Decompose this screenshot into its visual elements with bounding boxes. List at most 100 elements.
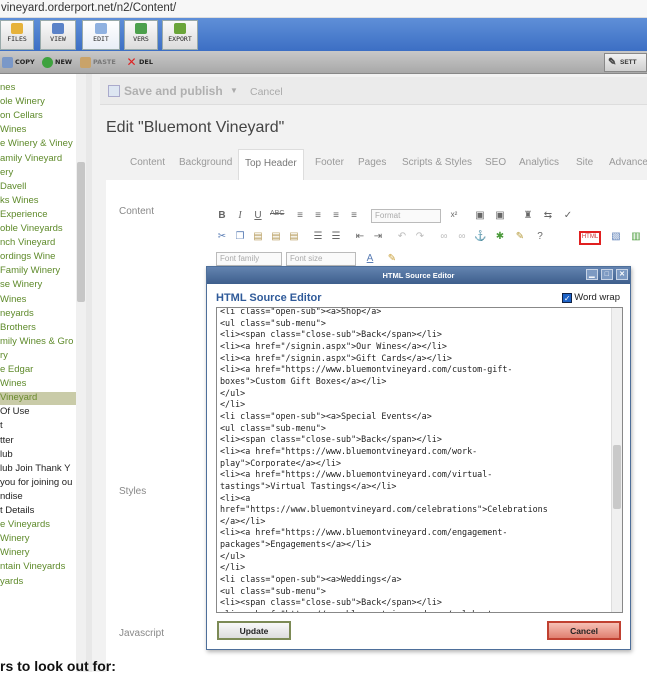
- tab-advanced[interactable]: Advanced: [609, 157, 647, 168]
- undo-icon[interactable]: ↶: [396, 231, 408, 243]
- italic-icon[interactable]: I: [234, 210, 246, 222]
- sidebar-item[interactable]: ole Winery: [0, 96, 45, 109]
- tab-analytics[interactable]: Analytics: [519, 157, 559, 168]
- sidebar-item[interactable]: Wines: [0, 378, 26, 391]
- bold-icon[interactable]: B: [216, 210, 228, 222]
- paste-text-icon[interactable]: ▤: [270, 231, 282, 243]
- cut-icon[interactable]: ✂: [216, 231, 228, 243]
- bullet-list-icon[interactable]: ☰: [312, 231, 324, 243]
- sidebar-item[interactable]: ntain Vineyards: [0, 561, 65, 574]
- image-insert-icon[interactable]: ✱: [494, 231, 506, 243]
- sidebar-item[interactable]: e Vineyards: [0, 519, 50, 532]
- sidebar-item[interactable]: e Edgar: [0, 364, 33, 377]
- font-family-select[interactable]: Font family: [216, 252, 282, 266]
- format-select[interactable]: Format: [371, 209, 441, 223]
- link-icon[interactable]: ∞: [438, 231, 450, 243]
- cleanup-icon[interactable]: ✎: [514, 231, 526, 243]
- tab-seo[interactable]: SEO: [485, 157, 506, 168]
- sidebar-scroll-thumb[interactable]: [77, 162, 85, 302]
- tab-content[interactable]: Content: [130, 157, 165, 168]
- sidebar-item[interactable]: ordings Wine: [0, 251, 55, 264]
- edit-button[interactable]: EDIT: [82, 20, 120, 50]
- align-justify-icon[interactable]: ≡: [348, 210, 360, 222]
- update-button[interactable]: Update: [217, 621, 291, 640]
- minimize-icon[interactable]: ▁: [585, 269, 598, 280]
- sidebar-item[interactable]: oble Vineyards: [0, 223, 63, 236]
- settings-button[interactable]: ✎ SETT: [604, 53, 647, 72]
- sidebar-item[interactable]: Wines: [0, 294, 26, 307]
- tab-site[interactable]: Site: [576, 157, 593, 168]
- clear-format-icon[interactable]: x²: [448, 210, 460, 222]
- align-right-icon[interactable]: ≡: [330, 210, 342, 222]
- find-icon[interactable]: ♜: [522, 210, 534, 222]
- table-icon[interactable]: ▥: [630, 231, 642, 243]
- files-button[interactable]: FILES: [0, 20, 34, 50]
- sidebar-item[interactable]: lub: [0, 449, 13, 462]
- html-source-textarea[interactable]: <li class="open-sub"><a>Shop</a> <ul clas…: [216, 307, 623, 613]
- close-icon[interactable]: ✕: [616, 269, 628, 280]
- sidebar-item[interactable]: ery: [0, 167, 13, 180]
- word-wrap-checkbox[interactable]: ✓ Word wrap: [562, 292, 620, 303]
- tab-top-header[interactable]: Top Header: [238, 149, 304, 181]
- sidebar-item[interactable]: Family Winery: [0, 265, 60, 278]
- tab-scripts-styles[interactable]: Scripts & Styles: [402, 157, 472, 168]
- tab-pages[interactable]: Pages: [358, 157, 386, 168]
- sidebar-scrollbar[interactable]: [76, 74, 86, 672]
- sidebar-item[interactable]: amily Vineyard: [0, 153, 62, 166]
- code-scroll-thumb[interactable]: [613, 445, 621, 509]
- sidebar-item[interactable]: e Winery & Viney: [0, 138, 73, 151]
- spellcheck-icon[interactable]: ✓: [562, 210, 574, 222]
- address-bar[interactable]: vineyard.orderport.net/n2/Content/: [0, 0, 647, 18]
- indent-icon[interactable]: ⇥: [372, 231, 384, 243]
- save-publish-button[interactable]: Save and publish: [108, 84, 223, 98]
- image-icon[interactable]: ▣: [474, 210, 486, 222]
- tab-footer[interactable]: Footer: [315, 157, 344, 168]
- numbered-list-icon[interactable]: ☰: [330, 231, 342, 243]
- copy-button[interactable]: COPY: [0, 54, 38, 71]
- sidebar-item[interactable]: se Winery: [0, 279, 42, 292]
- align-center-icon[interactable]: ≡: [312, 210, 324, 222]
- sidebar-item[interactable]: Experience: [0, 209, 48, 222]
- versions-button[interactable]: VERS: [124, 20, 158, 50]
- sidebar-item[interactable]: Davell: [0, 181, 26, 194]
- new-button[interactable]: NEW: [40, 54, 75, 71]
- sidebar-item[interactable]: nes: [0, 82, 15, 95]
- sidebar-item[interactable]: Vineyard: [0, 392, 76, 406]
- anchor-icon[interactable]: ⚓: [474, 231, 486, 243]
- cancel-link[interactable]: Cancel: [250, 86, 283, 98]
- sidebar-item[interactable]: ndise: [0, 491, 23, 504]
- sidebar-item[interactable]: mily Wines & Gro: [0, 336, 73, 349]
- tab-background[interactable]: Background: [179, 157, 232, 168]
- checkbox-checked-icon[interactable]: ✓: [562, 293, 573, 303]
- paste-button[interactable]: PASTE: [78, 54, 119, 71]
- font-size-select[interactable]: Font size: [286, 252, 356, 266]
- sidebar-item[interactable]: Of Use: [0, 406, 30, 419]
- strikethrough-icon[interactable]: ABC: [270, 210, 284, 222]
- sidebar-item[interactable]: ry: [0, 350, 8, 363]
- highlight-color-icon[interactable]: ✎: [386, 253, 398, 265]
- redo-icon[interactable]: ↷: [414, 231, 426, 243]
- sidebar-item[interactable]: Brothers: [0, 322, 36, 335]
- unlink-icon[interactable]: ∞: [456, 231, 468, 243]
- delete-button[interactable]: ✕ DEL: [124, 54, 156, 71]
- underline-icon[interactable]: U: [252, 210, 264, 222]
- copy-doc-icon[interactable]: ❐: [234, 231, 246, 243]
- sidebar-item[interactable]: Winery: [0, 533, 30, 546]
- align-left-icon[interactable]: ≡: [294, 210, 306, 222]
- html-source-button[interactable]: HTML: [579, 231, 601, 245]
- outdent-icon[interactable]: ⇤: [354, 231, 366, 243]
- cancel-button[interactable]: Cancel: [547, 621, 621, 640]
- dialog-titlebar[interactable]: HTML Source Editor ▁ □ ✕: [207, 267, 630, 284]
- sidebar-item[interactable]: lub Join Thank Y: [0, 463, 70, 476]
- code-content[interactable]: <li class="open-sub"><a>Shop</a> <ul clas…: [217, 308, 611, 612]
- sidebar-item[interactable]: t Details: [0, 505, 34, 518]
- media-icon[interactable]: ▣: [494, 210, 506, 222]
- help-icon[interactable]: ?: [534, 231, 546, 243]
- chevron-down-icon[interactable]: ▼: [230, 86, 238, 95]
- maximize-icon[interactable]: □: [600, 269, 613, 280]
- view-button[interactable]: VIEW: [40, 20, 76, 50]
- code-scrollbar[interactable]: [611, 308, 622, 612]
- replace-icon[interactable]: ⇆: [542, 210, 554, 222]
- sidebar-item[interactable]: tter: [0, 435, 14, 448]
- sidebar-item[interactable]: ks Wines: [0, 195, 39, 208]
